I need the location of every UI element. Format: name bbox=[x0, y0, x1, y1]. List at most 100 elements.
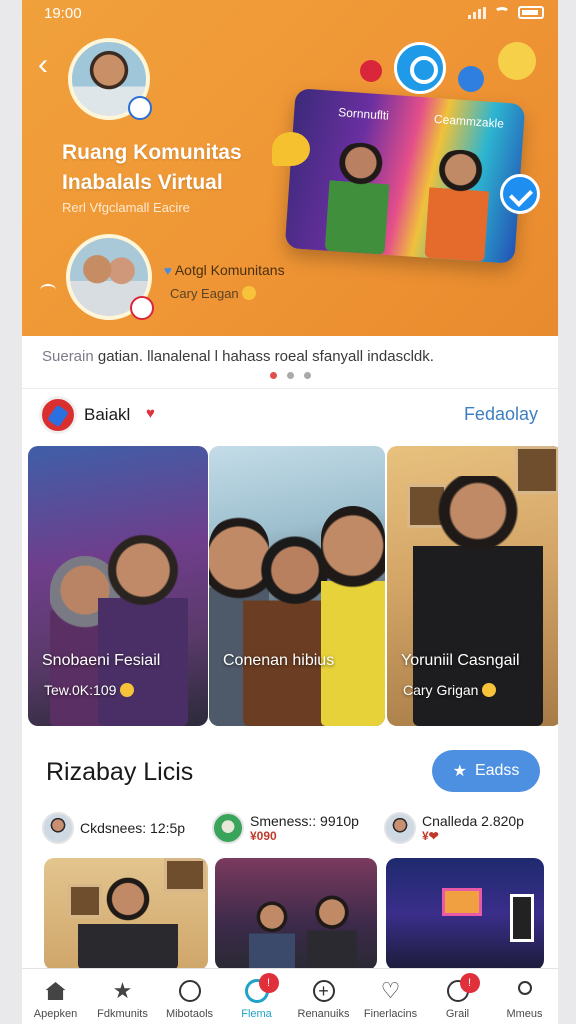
message-bubble-icon bbox=[458, 66, 484, 92]
blue-heart-icon: ♥ bbox=[164, 263, 172, 278]
video-card[interactable]: Conenan hibius bbox=[209, 446, 385, 726]
hero-banner: 19:00 ‹ Ruang Komunitas Inabalals Virtua… bbox=[22, 0, 558, 336]
nav-item-menu[interactable]: Mmeus bbox=[491, 969, 558, 1024]
back-button[interactable]: ‹ bbox=[38, 50, 60, 80]
check-icon bbox=[500, 174, 540, 214]
emoji-chat-icon bbox=[272, 132, 310, 166]
nav-item-favorites[interactable]: ♡ Finerlacins bbox=[357, 969, 424, 1024]
pager-dot[interactable] bbox=[270, 372, 277, 379]
kiss-emoji-icon bbox=[498, 42, 536, 80]
plus-icon: + bbox=[312, 979, 336, 1003]
host-avatar[interactable] bbox=[68, 38, 152, 120]
community-author: Cary Eagan bbox=[170, 286, 239, 301]
section-title: Baiakl bbox=[84, 405, 131, 424]
community-label: Aotgl Komunitans bbox=[174, 262, 285, 278]
carousel-pager[interactable] bbox=[270, 372, 311, 379]
video-thumbnail[interactable] bbox=[386, 858, 544, 970]
creator-item[interactable]: Smeness:: 9910p ¥090 bbox=[212, 812, 359, 844]
status-icons bbox=[468, 6, 544, 19]
pager-dot[interactable] bbox=[287, 372, 294, 379]
nav-item-search[interactable]: ! Grail bbox=[424, 969, 491, 1024]
notification-badge: ! bbox=[459, 973, 480, 993]
heart-icon: ♥ bbox=[146, 405, 155, 422]
thumb-person bbox=[78, 874, 178, 970]
section-logo-icon bbox=[39, 396, 77, 434]
app-screen: 19:00 ‹ Ruang Komunitas Inabalals Virtua… bbox=[22, 0, 558, 1024]
star-icon: ★ bbox=[452, 763, 467, 780]
creator-sub: ¥❤ bbox=[422, 829, 439, 843]
swipe-hint-icon bbox=[40, 284, 56, 296]
community-author-row: Cary Eagan bbox=[170, 286, 257, 301]
card-meta: Cary Grigan bbox=[403, 682, 497, 698]
creator-avatar bbox=[212, 812, 244, 844]
card-meta-text: Cary Grigan bbox=[403, 682, 479, 698]
neon-sign bbox=[442, 888, 482, 916]
signal-icon bbox=[468, 6, 486, 19]
music-note-icon bbox=[360, 60, 382, 82]
card-title: Yoruniil Casngail bbox=[401, 652, 520, 669]
thumb-person bbox=[249, 900, 295, 970]
thumb-person bbox=[307, 894, 357, 970]
status-time: 19:00 bbox=[44, 5, 82, 22]
hero-poster[interactable]: Sornnuflti Ceammzakle bbox=[284, 88, 526, 264]
nav-item-create[interactable]: + Renanuiks bbox=[290, 969, 357, 1024]
pager-dot[interactable] bbox=[304, 372, 311, 379]
divider bbox=[22, 388, 558, 389]
card-meta: Tew.0K:109 bbox=[44, 682, 135, 698]
bottom-nav: Apepken ★ Fdkmunits Mibotaols ! Flema + … bbox=[22, 968, 558, 1024]
creator-item[interactable]: Ckdsnees: 12:5p bbox=[42, 812, 185, 844]
announcement-text: Suerain gatian. llanalenal l hahass roea… bbox=[42, 348, 542, 365]
nav-item-explore[interactable]: Mibotaols bbox=[156, 969, 223, 1024]
status-bar: 19:00 bbox=[22, 0, 558, 28]
nav-label: Mmeus bbox=[506, 1008, 543, 1020]
nav-item-community[interactable]: ★ Fdkmunits bbox=[89, 969, 156, 1024]
nav-item-home[interactable]: Apepken bbox=[22, 969, 89, 1024]
video-card[interactable]: Yoruniil Casngail Cary Grigan bbox=[387, 446, 558, 726]
add-button-label: Eadss bbox=[474, 762, 520, 779]
nav-item-live[interactable]: ! Flema bbox=[223, 969, 290, 1024]
announcement-body: gatian. llanalenal l hahass roeal sfanya… bbox=[93, 348, 434, 365]
home-icon bbox=[44, 979, 68, 1003]
smile-emoji-icon bbox=[120, 683, 135, 697]
community-avatar[interactable] bbox=[66, 234, 154, 320]
search-icon: ! bbox=[446, 973, 480, 1003]
neon-sign bbox=[510, 894, 534, 942]
add-button[interactable]: ★ Eadss bbox=[432, 750, 540, 792]
chat-bubble-icon bbox=[394, 42, 446, 94]
verified-badge-icon bbox=[128, 96, 152, 120]
creator-item[interactable]: Cnalleda 2.820p ¥❤ bbox=[384, 812, 524, 844]
smile-emoji-icon bbox=[482, 683, 497, 697]
notification-badge: ! bbox=[258, 973, 279, 993]
creator-avatar bbox=[42, 812, 74, 844]
video-thumbnail[interactable] bbox=[215, 858, 377, 970]
announcement-lead: Suerain bbox=[42, 348, 94, 365]
video-thumbnail[interactable] bbox=[44, 858, 208, 970]
community-label-row[interactable]: ♥ Aotgl Komunitans bbox=[164, 262, 285, 278]
poster-person-left bbox=[324, 140, 393, 255]
nav-label: Grail bbox=[445, 1008, 470, 1020]
nav-label: Apepken bbox=[33, 1008, 78, 1020]
card-meta-text: Tew.0K:109 bbox=[44, 682, 117, 698]
video-card[interactable]: Snobaeni Fesiail Tew.0K:109 bbox=[28, 446, 208, 726]
nav-label: Renanuiks bbox=[297, 1008, 350, 1020]
creator-name: Ckdsnees: 12:5p bbox=[80, 820, 186, 836]
like-badge-icon bbox=[130, 296, 154, 320]
nav-label: Finerlacins bbox=[363, 1008, 418, 1020]
see-all-link[interactable]: Fedaolay bbox=[464, 404, 538, 425]
user-icon bbox=[513, 979, 537, 1003]
creator-name: Cnalleda 2.820p bbox=[422, 813, 524, 829]
creator-sub: ¥090 bbox=[250, 829, 277, 843]
card-person bbox=[321, 506, 385, 726]
creator-name: Smeness:: 9910p bbox=[250, 813, 359, 829]
poster-label-left: Sornnuflti bbox=[337, 105, 390, 123]
hero-subtitle: Rerl Vfgclamall Eacire bbox=[62, 200, 190, 215]
nav-label: Flema bbox=[241, 1008, 272, 1020]
heart-icon: ♡ bbox=[380, 978, 401, 1003]
section-title: Rizabay Licis bbox=[46, 758, 194, 786]
ring-icon: ! bbox=[244, 973, 279, 1003]
hero-title: Ruang Komunitas Inabalals Virtual bbox=[62, 141, 242, 194]
wall-frame bbox=[164, 858, 206, 892]
nav-label: Mibotaols bbox=[165, 1008, 214, 1020]
battery-icon bbox=[518, 6, 544, 19]
wifi-icon bbox=[494, 6, 510, 19]
